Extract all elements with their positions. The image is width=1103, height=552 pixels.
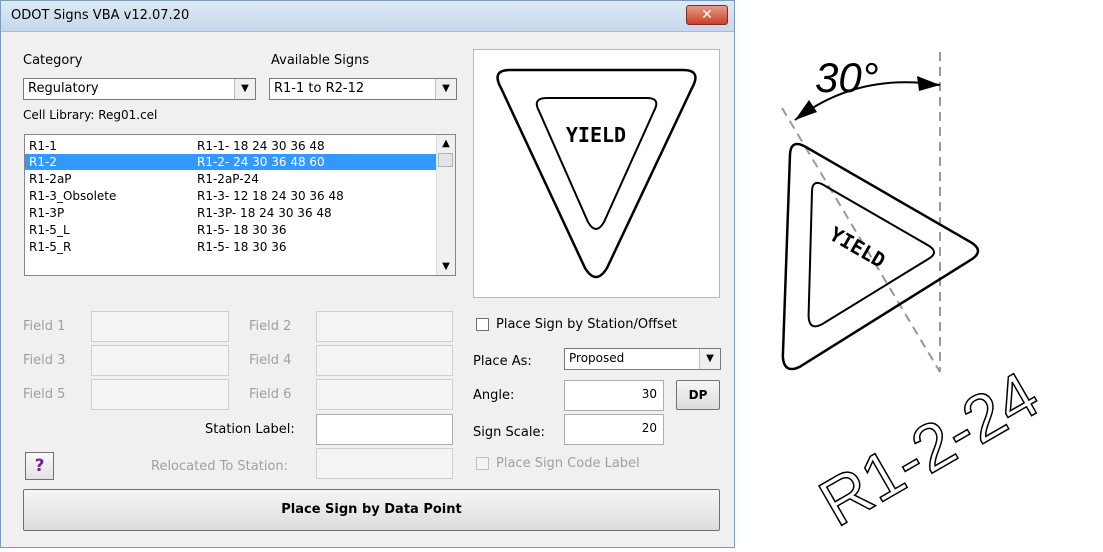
sign-sizes: R1-3- 12 18 24 30 36 48 <box>197 189 344 203</box>
chevron-down-icon[interactable]: ▼ <box>234 79 255 99</box>
place-as-value: Proposed <box>569 351 625 365</box>
relocated-to-station-input[interactable] <box>316 448 453 479</box>
list-item[interactable]: R1-5_R R1-5- 18 30 36 <box>25 239 437 255</box>
sign-name: R1-2 <box>29 155 57 169</box>
place-code-label-text: Place Sign Code Label <box>496 456 640 471</box>
field2-input[interactable] <box>316 311 453 342</box>
sign-name: R1-2aP <box>29 172 72 186</box>
list-item-selected[interactable]: R1-2 R1-2- 24 30 36 48 60 <box>25 154 437 170</box>
scroll-thumb[interactable] <box>438 153 453 167</box>
available-signs-value: R1-1 to R2-12 <box>274 81 365 96</box>
field3-label: Field 3 <box>23 353 66 368</box>
list-item[interactable]: R1-2aP R1-2aP-24 <box>25 171 437 187</box>
sign-name: R1-5_L <box>29 223 70 237</box>
yield-sign-preview: YIELD <box>496 68 697 279</box>
sign-scale-value: 20 <box>641 421 657 435</box>
sign-scale-label: Sign Scale: <box>473 425 545 440</box>
field5-input[interactable] <box>91 379 229 410</box>
rotated-yield-sign: YIELD <box>781 142 980 371</box>
station-label-label: Station Label: <box>205 422 295 437</box>
station-offset-label: Place Sign by Station/Offset <box>496 317 677 332</box>
cell-library-label: Cell Library: Reg01.cel <box>23 108 158 122</box>
angle-text: 30° <box>815 54 879 101</box>
field3-input[interactable] <box>91 345 229 376</box>
cad-drawing: 30° YIELD R1-2-24 <box>737 0 1103 548</box>
sign-scale-input[interactable]: 20 <box>564 414 664 445</box>
sign-name: R1-3P <box>29 206 65 220</box>
sign-name: R1-1 <box>29 139 57 153</box>
field2-label: Field 2 <box>249 319 292 334</box>
title-bar: ODOT Signs VBA v12.07.20 ✕ <box>1 1 734 32</box>
list-scrollbar[interactable]: ▲ ▼ <box>436 135 455 275</box>
field1-input[interactable] <box>91 311 229 342</box>
field4-input[interactable] <box>316 345 453 376</box>
sign-name: R1-3_Obsolete <box>29 189 117 203</box>
sign-name: R1-5_R <box>29 240 72 254</box>
place-sign-button[interactable]: Place Sign by Data Point <box>23 489 720 531</box>
list-item[interactable]: R1-3P R1-3P- 18 24 30 36 48 <box>25 205 437 221</box>
chevron-down-icon[interactable]: ▼ <box>699 349 720 369</box>
list-item[interactable]: R1-5_L R1-5- 18 30 36 <box>25 222 437 238</box>
station-offset-checkbox[interactable] <box>476 318 489 331</box>
sign-code-text: R1-2-24 <box>807 357 1051 540</box>
drawing-sign-text: YIELD <box>825 222 889 273</box>
angle-input[interactable]: 30 <box>564 380 664 411</box>
available-signs-label: Available Signs <box>271 53 370 68</box>
sign-sizes: R1-2- 24 30 36 48 60 <box>197 155 325 169</box>
angle-label: Angle: <box>473 388 515 403</box>
field5-label: Field 5 <box>23 387 66 402</box>
arrowhead-icon <box>795 100 817 120</box>
rotated-sign-drawing: 30° YIELD R1-2-24 <box>781 52 1051 541</box>
sign-sizes: R1-2aP-24 <box>197 172 259 186</box>
preview-sign-text: YIELD <box>566 123 626 147</box>
sign-sizes: R1-5- 18 30 36 <box>197 240 287 254</box>
category-value: Regulatory <box>28 81 99 96</box>
field1-label: Field 1 <box>23 319 66 334</box>
list-item[interactable]: R1-1 R1-1- 18 24 30 36 48 <box>25 138 437 154</box>
place-code-label-checkbox[interactable] <box>476 457 489 470</box>
list-item[interactable]: R1-3_Obsolete R1-3- 12 18 24 30 36 48 <box>25 188 437 204</box>
angle-value: 30 <box>641 387 657 401</box>
sign-list[interactable]: R1-1 R1-1- 18 24 30 36 48 R1-2 R1-2- 24 … <box>24 134 456 276</box>
available-signs-select[interactable]: R1-1 to R2-12 ▼ <box>269 78 457 100</box>
sign-sizes: R1-1- 18 24 30 36 48 <box>197 139 325 153</box>
chevron-down-icon[interactable]: ▼ <box>435 79 456 99</box>
scroll-up-icon[interactable]: ▲ <box>437 135 455 152</box>
dp-button[interactable]: DP <box>676 380 720 410</box>
close-button[interactable]: ✕ <box>686 5 728 25</box>
window-title: ODOT Signs VBA v12.07.20 <box>11 8 190 23</box>
scroll-down-icon[interactable]: ▼ <box>437 258 455 275</box>
place-as-select[interactable]: Proposed ▼ <box>564 348 721 370</box>
field4-label: Field 4 <box>249 353 292 368</box>
help-button[interactable]: ? <box>25 452 54 480</box>
category-label: Category <box>23 53 83 68</box>
close-icon: ✕ <box>701 7 713 23</box>
question-icon: ? <box>34 456 45 476</box>
field6-input[interactable] <box>316 379 453 410</box>
sign-sizes: R1-3P- 18 24 30 36 48 <box>197 206 332 220</box>
field6-label: Field 6 <box>249 387 292 402</box>
place-as-label: Place As: <box>473 354 532 369</box>
station-label-input[interactable] <box>316 414 453 445</box>
odot-signs-dialog: ODOT Signs VBA v12.07.20 ✕ Category Regu… <box>0 0 735 548</box>
relocated-to-station-label: Relocated To Station: <box>151 459 289 474</box>
category-select[interactable]: Regulatory ▼ <box>23 78 256 100</box>
sign-sizes: R1-5- 18 30 36 <box>197 223 287 237</box>
sign-preview: YIELD <box>473 49 720 298</box>
